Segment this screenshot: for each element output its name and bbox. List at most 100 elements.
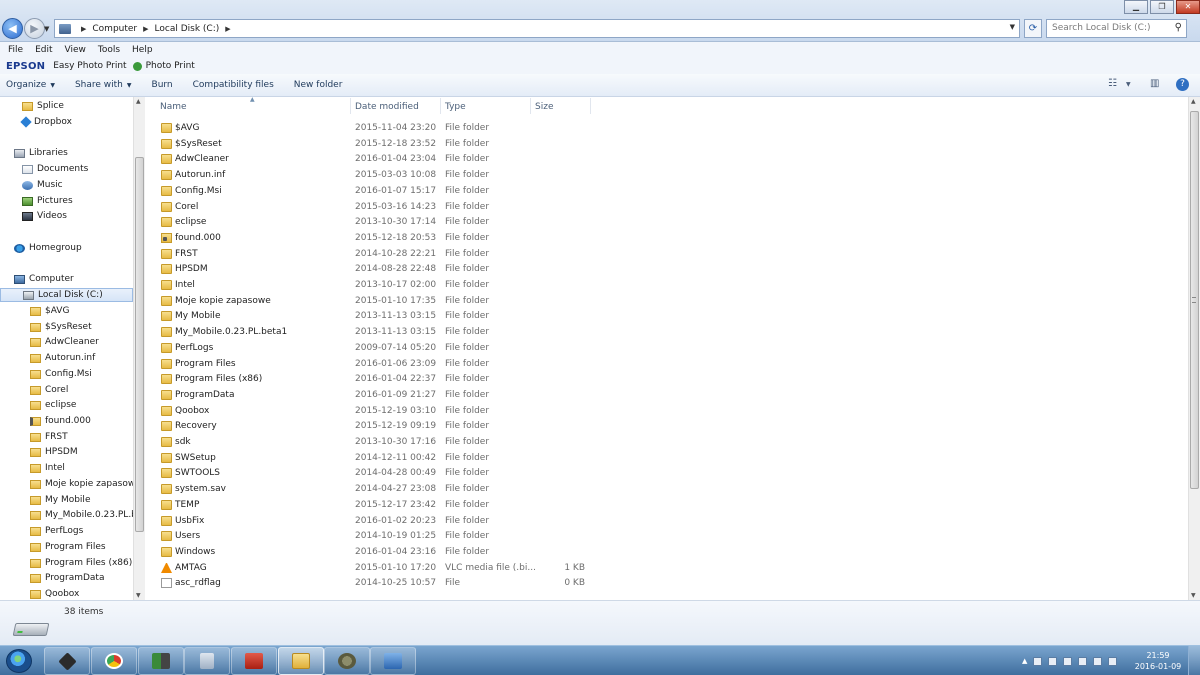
file-row[interactable]: Users 2014-10-19 01:25 File folder	[145, 529, 1188, 544]
nav-item[interactable]: found.000	[0, 414, 133, 428]
refresh-button[interactable]: ⟳	[1024, 19, 1042, 38]
menu-help[interactable]: Help	[132, 45, 153, 55]
file-row[interactable]: FRST 2014-10-28 22:21 File folder	[145, 247, 1188, 262]
chevron-right-icon[interactable]: ▶	[225, 25, 230, 33]
chevron-down-icon[interactable]: ▼	[1010, 23, 1015, 31]
back-button[interactable]: ◀	[2, 18, 23, 39]
nav-item[interactable]: HPSDM	[0, 445, 133, 459]
nav-item[interactable]: Config.Msi	[0, 367, 133, 381]
file-row[interactable]: $AVG 2015-11-04 23:20 File folder	[145, 121, 1188, 136]
file-row[interactable]: Intel 2013-10-17 02:00 File folder	[145, 278, 1188, 293]
nav-item[interactable]: Videos	[0, 209, 133, 223]
nav-item[interactable]: AdwCleaner	[0, 335, 133, 349]
nav-item[interactable]: $SysReset	[0, 320, 133, 334]
start-button[interactable]	[6, 649, 32, 673]
scroll-up-arrow-icon[interactable]: ▲	[1191, 98, 1196, 105]
nav-item[interactable]: Libraries	[0, 146, 133, 160]
taskbar-explorer[interactable]	[278, 647, 324, 675]
file-row[interactable]: AMTAG 2015-01-10 17:20 VLC media file (.bi…	[145, 561, 1188, 576]
maximize-button[interactable]: ❐	[1150, 0, 1174, 14]
search-input[interactable]: Search Local Disk (C:) ⚲	[1046, 19, 1187, 38]
file-row[interactable]: My_Mobile.0.23.PL.beta1 2013-11-13 03:15 F…	[145, 325, 1188, 340]
show-hidden-icons-icon[interactable]: ▲	[1022, 657, 1027, 666]
menu-file[interactable]: File	[8, 45, 23, 55]
tray-icon-1[interactable]	[1033, 656, 1043, 666]
nav-item[interactable]: $AVG	[0, 304, 133, 318]
taskbar-chrome[interactable]	[91, 647, 137, 675]
file-row[interactable]: Qoobox 2015-12-19 03:10 File folder	[145, 404, 1188, 419]
column-divider[interactable]	[590, 98, 591, 114]
file-row[interactable]: TEMP 2015-12-17 23:42 File folder	[145, 498, 1188, 513]
organize-button[interactable]: Organize ▼	[6, 80, 55, 90]
forward-button[interactable]: ▶	[24, 18, 45, 39]
nav-item[interactable]: Dropbox	[0, 115, 133, 129]
nav-item[interactable]: My Mobile	[0, 493, 133, 507]
file-row[interactable]: HPSDM 2014-08-28 22:48 File folder	[145, 262, 1188, 277]
show-desktop-button[interactable]	[1188, 646, 1200, 675]
file-row[interactable]: sdk 2013-10-30 17:16 File folder	[145, 435, 1188, 450]
breadcrumb-local-disk[interactable]: Local Disk (C:)	[155, 24, 220, 34]
nav-item[interactable]: Music	[0, 178, 133, 192]
nav-item[interactable]: Pictures	[0, 194, 133, 208]
nav-item[interactable]: PerfLogs	[0, 524, 133, 538]
menu-tools[interactable]: Tools	[98, 45, 120, 55]
taskbar-app-5[interactable]	[231, 647, 277, 675]
nav-item[interactable]: Splice	[0, 99, 133, 113]
scroll-up-arrow-icon[interactable]: ▲	[136, 98, 141, 105]
taskbar-gimp[interactable]	[324, 647, 370, 675]
volume-icon[interactable]	[1108, 656, 1118, 666]
clock[interactable]: 21:59 2016-01-09	[1132, 650, 1184, 672]
nav-item[interactable]: eclipse	[0, 398, 133, 412]
photo-print-button[interactable]: Photo Print	[146, 61, 195, 71]
menu-view[interactable]: View	[65, 45, 86, 55]
nav-item[interactable]: My_Mobile.0.23.PL.be	[0, 508, 133, 522]
file-row[interactable]: eclipse 2013-10-30 17:14 File folder	[145, 215, 1188, 230]
file-row[interactable]: ProgramData 2016-01-09 21:27 File folder	[145, 388, 1188, 403]
file-row[interactable]: UsbFix 2016-01-02 20:23 File folder	[145, 514, 1188, 529]
file-row[interactable]: asc_rdflag 2014-10-25 10:57 File 0 KB	[145, 576, 1188, 591]
file-row[interactable]: Autorun.inf 2015-03-03 10:08 File folder	[145, 168, 1188, 183]
file-row[interactable]: Program Files (x86) 2016-01-04 22:37 File …	[145, 372, 1188, 387]
navigation-pane-scroll-thumb[interactable]	[135, 157, 144, 532]
nav-item[interactable]: Intel	[0, 461, 133, 475]
nav-item[interactable]: FRST	[0, 430, 133, 444]
column-divider[interactable]	[530, 98, 531, 114]
file-row[interactable]: Moje kopie zapasowe 2015-01-10 17:35 File …	[145, 294, 1188, 309]
nav-item[interactable]: Autorun.inf	[0, 351, 133, 365]
close-button[interactable]: ✕	[1176, 0, 1200, 14]
taskbar-calculator[interactable]	[184, 647, 230, 675]
column-header-type[interactable]: Type	[445, 102, 466, 112]
preview-pane-icon[interactable]: ▥	[1150, 78, 1159, 92]
address-bar[interactable]: ▶ Computer ▶ Local Disk (C:) ▶ ▼	[54, 19, 1020, 38]
recent-pages-dropdown[interactable]: ▼	[44, 25, 49, 33]
nav-item[interactable]: Program Files	[0, 540, 133, 554]
search-icon[interactable]: ⚲	[1175, 22, 1182, 33]
file-row[interactable]: PerfLogs 2009-07-14 05:20 File folder	[145, 341, 1188, 356]
nav-item[interactable]: Qoobox	[0, 587, 133, 600]
tray-icon-4[interactable]	[1078, 656, 1088, 666]
taskbar-app-8[interactable]	[370, 647, 416, 675]
file-row[interactable]: SWSetup 2014-12-11 00:42 File folder	[145, 451, 1188, 466]
chevron-right-icon[interactable]: ▶	[143, 25, 148, 33]
file-row[interactable]: found.000 2015-12-18 20:53 File folder	[145, 231, 1188, 246]
file-row[interactable]: system.sav 2014-04-27 23:08 File folder	[145, 482, 1188, 497]
nav-item[interactable]: Local Disk (C:)	[0, 288, 133, 302]
menu-edit[interactable]: Edit	[35, 45, 52, 55]
chevron-right-icon[interactable]: ▶	[81, 25, 86, 33]
help-icon[interactable]: ?	[1176, 78, 1189, 91]
file-row[interactable]: AdwCleaner 2016-01-04 23:04 File folder	[145, 152, 1188, 167]
file-row[interactable]: My Mobile 2013-11-13 03:15 File folder	[145, 309, 1188, 324]
file-row[interactable]: SWTOOLS 2014-04-28 00:49 File folder	[145, 466, 1188, 481]
tray-icon-2[interactable]	[1048, 656, 1058, 666]
file-row[interactable]: Program Files 2016-01-06 23:09 File folder	[145, 357, 1188, 372]
breadcrumb-computer[interactable]: Computer	[92, 24, 137, 34]
nav-item[interactable]: Program Files (x86)	[0, 556, 133, 570]
nav-item[interactable]: Corel	[0, 383, 133, 397]
navigation-pane-scrollbar[interactable]: ▲ ▼	[133, 97, 145, 600]
column-header-size[interactable]: Size	[535, 102, 553, 112]
scroll-down-arrow-icon[interactable]: ▼	[136, 592, 141, 599]
file-row[interactable]: $SysReset 2015-12-18 23:52 File folder	[145, 137, 1188, 152]
change-view-icon[interactable]: ☷	[1108, 78, 1117, 92]
nav-item[interactable]: Homegroup	[0, 241, 133, 255]
share-with-button[interactable]: Share with ▼	[75, 80, 132, 90]
